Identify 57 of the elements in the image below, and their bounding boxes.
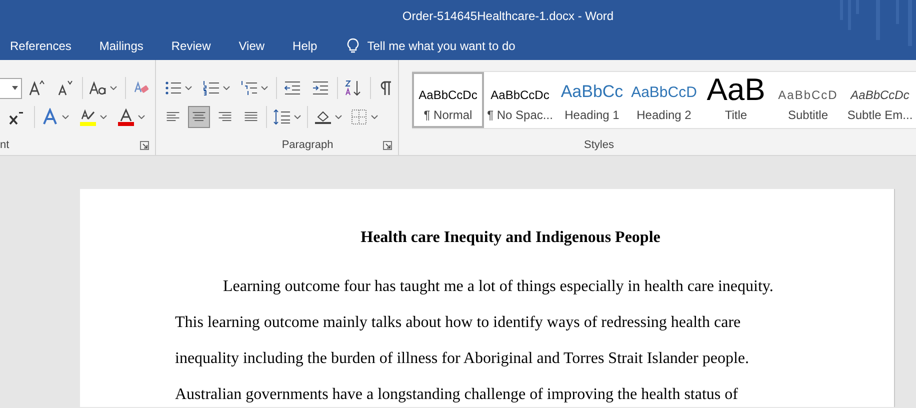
decrease-indent-icon (283, 79, 302, 97)
font-color-icon (117, 108, 135, 126)
dialog-launcher-icon[interactable] (382, 140, 392, 150)
caret-icon (261, 86, 268, 90)
highlighter-icon (79, 108, 97, 126)
style-gallery-item[interactable]: AaBbCcDc Subtle Em... (844, 72, 916, 128)
style-gallery-item[interactable]: AaB Title (700, 72, 772, 128)
shrink-font-icon (56, 79, 74, 97)
caret-icon (223, 86, 230, 90)
caret-icon (371, 115, 378, 119)
line-spacing-button[interactable] (266, 106, 304, 128)
ribbon-tab[interactable]: Mailings (99, 37, 144, 55)
line-spacing-icon (273, 108, 292, 126)
bullet-list-icon (164, 79, 182, 97)
style-gallery-item[interactable]: AaBbCcD Heading 2 (628, 72, 700, 128)
style-gallery-item[interactable]: AaBbCcDc ¶ No Spac... (484, 72, 556, 128)
style-gallery-item[interactable]: AaBbCcDc ¶ Normal (412, 72, 484, 128)
font-color-button[interactable] (115, 106, 147, 128)
grow-font-icon (28, 79, 46, 97)
group-label: Paragraph (282, 138, 334, 153)
body-text-line: Learning outcome four has taught me a lot of things especially in health care inequity. (222, 277, 774, 297)
text-effects-button[interactable] (34, 106, 71, 128)
dialog-launcher-icon[interactable] (140, 140, 150, 150)
caret-icon (100, 115, 107, 119)
multilevel-list-icon (240, 79, 258, 97)
caret-icon (335, 115, 342, 119)
caret-icon (294, 115, 302, 119)
font-size-field[interactable] (0, 78, 22, 98)
body-text-line: inequality including the burden of illness for Aboriginal and Torres Strait Islander people. (175, 349, 750, 369)
body-text-line: This learning outcome mainly talks about how to identify ways of redressing health care (175, 313, 742, 333)
ribbon-tab[interactable]: References (10, 37, 72, 55)
tell-me-field[interactable]: Tell me what you want to do (347, 37, 516, 55)
text-effects-icon (41, 108, 59, 126)
borders-icon (350, 108, 368, 126)
caret-icon (110, 86, 117, 90)
caret-icon (12, 86, 18, 90)
group-label: Styles (584, 138, 614, 153)
align-center-button[interactable] (188, 106, 210, 128)
change-case-button[interactable] (82, 77, 119, 99)
ribbon-tab[interactable]: View (238, 37, 265, 55)
increase-indent-icon (311, 79, 330, 97)
ribbon-tab[interactable]: Help (292, 37, 318, 55)
lightbulb-icon (347, 38, 360, 54)
numbered-list-icon (202, 79, 220, 97)
sort-icon (344, 79, 362, 97)
style-gallery-item[interactable]: AaBbCcD Subtitle (772, 72, 844, 128)
body-text-line: Australian governments have a longstanding challenge of improving the health status of (175, 385, 739, 405)
group-label: nt (0, 138, 10, 153)
style-gallery-item[interactable]: AaBbCc Heading 1 (556, 72, 628, 128)
document-heading: Health care Inequity and Indigenous People (360, 228, 662, 248)
ribbon-tab[interactable]: Review (171, 37, 211, 55)
caret-icon (62, 115, 69, 119)
window-title: Order-514645Healthcare-1.docx - Word (402, 8, 614, 25)
caret-icon (185, 86, 192, 90)
caret-icon (138, 115, 145, 119)
shading-button[interactable] (307, 106, 344, 128)
change-case-icon (89, 79, 107, 97)
